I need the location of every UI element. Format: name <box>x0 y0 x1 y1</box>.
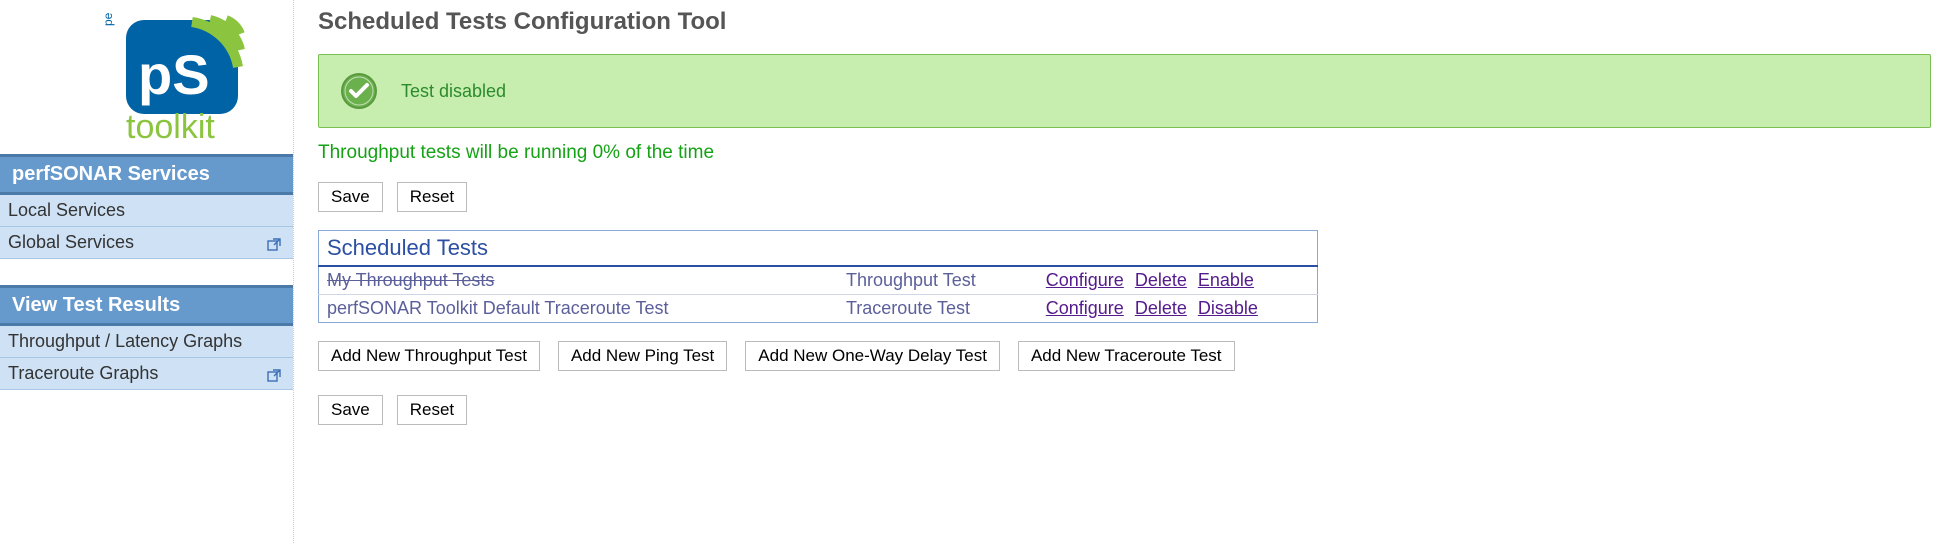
sidebar-header-results: View Test Results <box>0 285 293 326</box>
tests-caption: Scheduled Tests <box>319 231 1318 267</box>
sidebar-item-traceroute-graphs[interactable]: Traceroute Graphs <box>0 358 293 390</box>
add-throughput-button[interactable]: Add New Throughput Test <box>318 341 540 371</box>
table-row: perfSONAR Toolkit Default Traceroute Tes… <box>319 295 1318 323</box>
sidebar-item-label: Local Services <box>8 200 125 221</box>
delete-link[interactable]: Delete <box>1135 298 1187 318</box>
test-type: Traceroute Test <box>838 295 1038 323</box>
add-test-buttons: Add New Throughput Test Add New Ping Tes… <box>318 341 1931 371</box>
reset-button[interactable]: Reset <box>397 182 467 212</box>
status-line: Throughput tests will be running 0% of t… <box>318 142 1931 164</box>
sidebar-item-label: Traceroute Graphs <box>8 363 158 384</box>
scheduled-tests-table: Scheduled Tests My Throughput Tests Thro… <box>318 230 1318 323</box>
checkmark-icon <box>339 71 379 111</box>
svg-text:pS: pS <box>138 43 210 106</box>
external-link-icon <box>267 367 281 381</box>
add-owdelay-button[interactable]: Add New One-Way Delay Test <box>745 341 1000 371</box>
table-row: My Throughput Tests Throughput Test Conf… <box>319 266 1318 295</box>
sidebar-header-services: perfSONAR Services <box>0 154 293 195</box>
disable-link[interactable]: Disable <box>1198 298 1258 318</box>
configure-link[interactable]: Configure <box>1046 298 1124 318</box>
save-reset-top: Save Reset <box>318 182 1931 212</box>
sidebar-item-label: Global Services <box>8 232 134 253</box>
test-name: My Throughput Tests <box>327 270 494 290</box>
delete-link[interactable]: Delete <box>1135 270 1187 290</box>
external-link-icon <box>267 236 281 250</box>
add-traceroute-button[interactable]: Add New Traceroute Test <box>1018 341 1235 371</box>
sidebar: performance pS toolkit perfSONAR Service… <box>0 0 294 543</box>
alert-success: Test disabled <box>318 54 1931 128</box>
save-reset-bottom: Save Reset <box>318 395 1931 425</box>
sidebar-item-global-services[interactable]: Global Services <box>0 227 293 259</box>
configure-link[interactable]: Configure <box>1046 270 1124 290</box>
test-type: Throughput Test <box>838 266 1038 295</box>
add-ping-button[interactable]: Add New Ping Test <box>558 341 727 371</box>
test-name: perfSONAR Toolkit Default Traceroute Tes… <box>319 295 838 323</box>
alert-text: Test disabled <box>401 81 506 102</box>
main: Scheduled Tests Configuration Tool Test … <box>294 0 1955 543</box>
ps-toolkit-logo: performance pS toolkit <box>42 12 252 142</box>
sidebar-item-label: Throughput / Latency Graphs <box>8 331 242 352</box>
save-button[interactable]: Save <box>318 182 383 212</box>
sidebar-item-throughput-latency[interactable]: Throughput / Latency Graphs <box>0 326 293 358</box>
page-title: Scheduled Tests Configuration Tool <box>318 8 1931 36</box>
logo: performance pS toolkit <box>0 6 293 154</box>
sidebar-section-services: perfSONAR Services Local Services Global… <box>0 154 293 259</box>
enable-link[interactable]: Enable <box>1198 270 1254 290</box>
svg-text:performance: performance <box>101 12 115 26</box>
sidebar-item-local-services[interactable]: Local Services <box>0 195 293 227</box>
sidebar-section-results: View Test Results Throughput / Latency G… <box>0 285 293 390</box>
reset-button[interactable]: Reset <box>397 395 467 425</box>
save-button[interactable]: Save <box>318 395 383 425</box>
svg-text:toolkit: toolkit <box>126 108 215 142</box>
